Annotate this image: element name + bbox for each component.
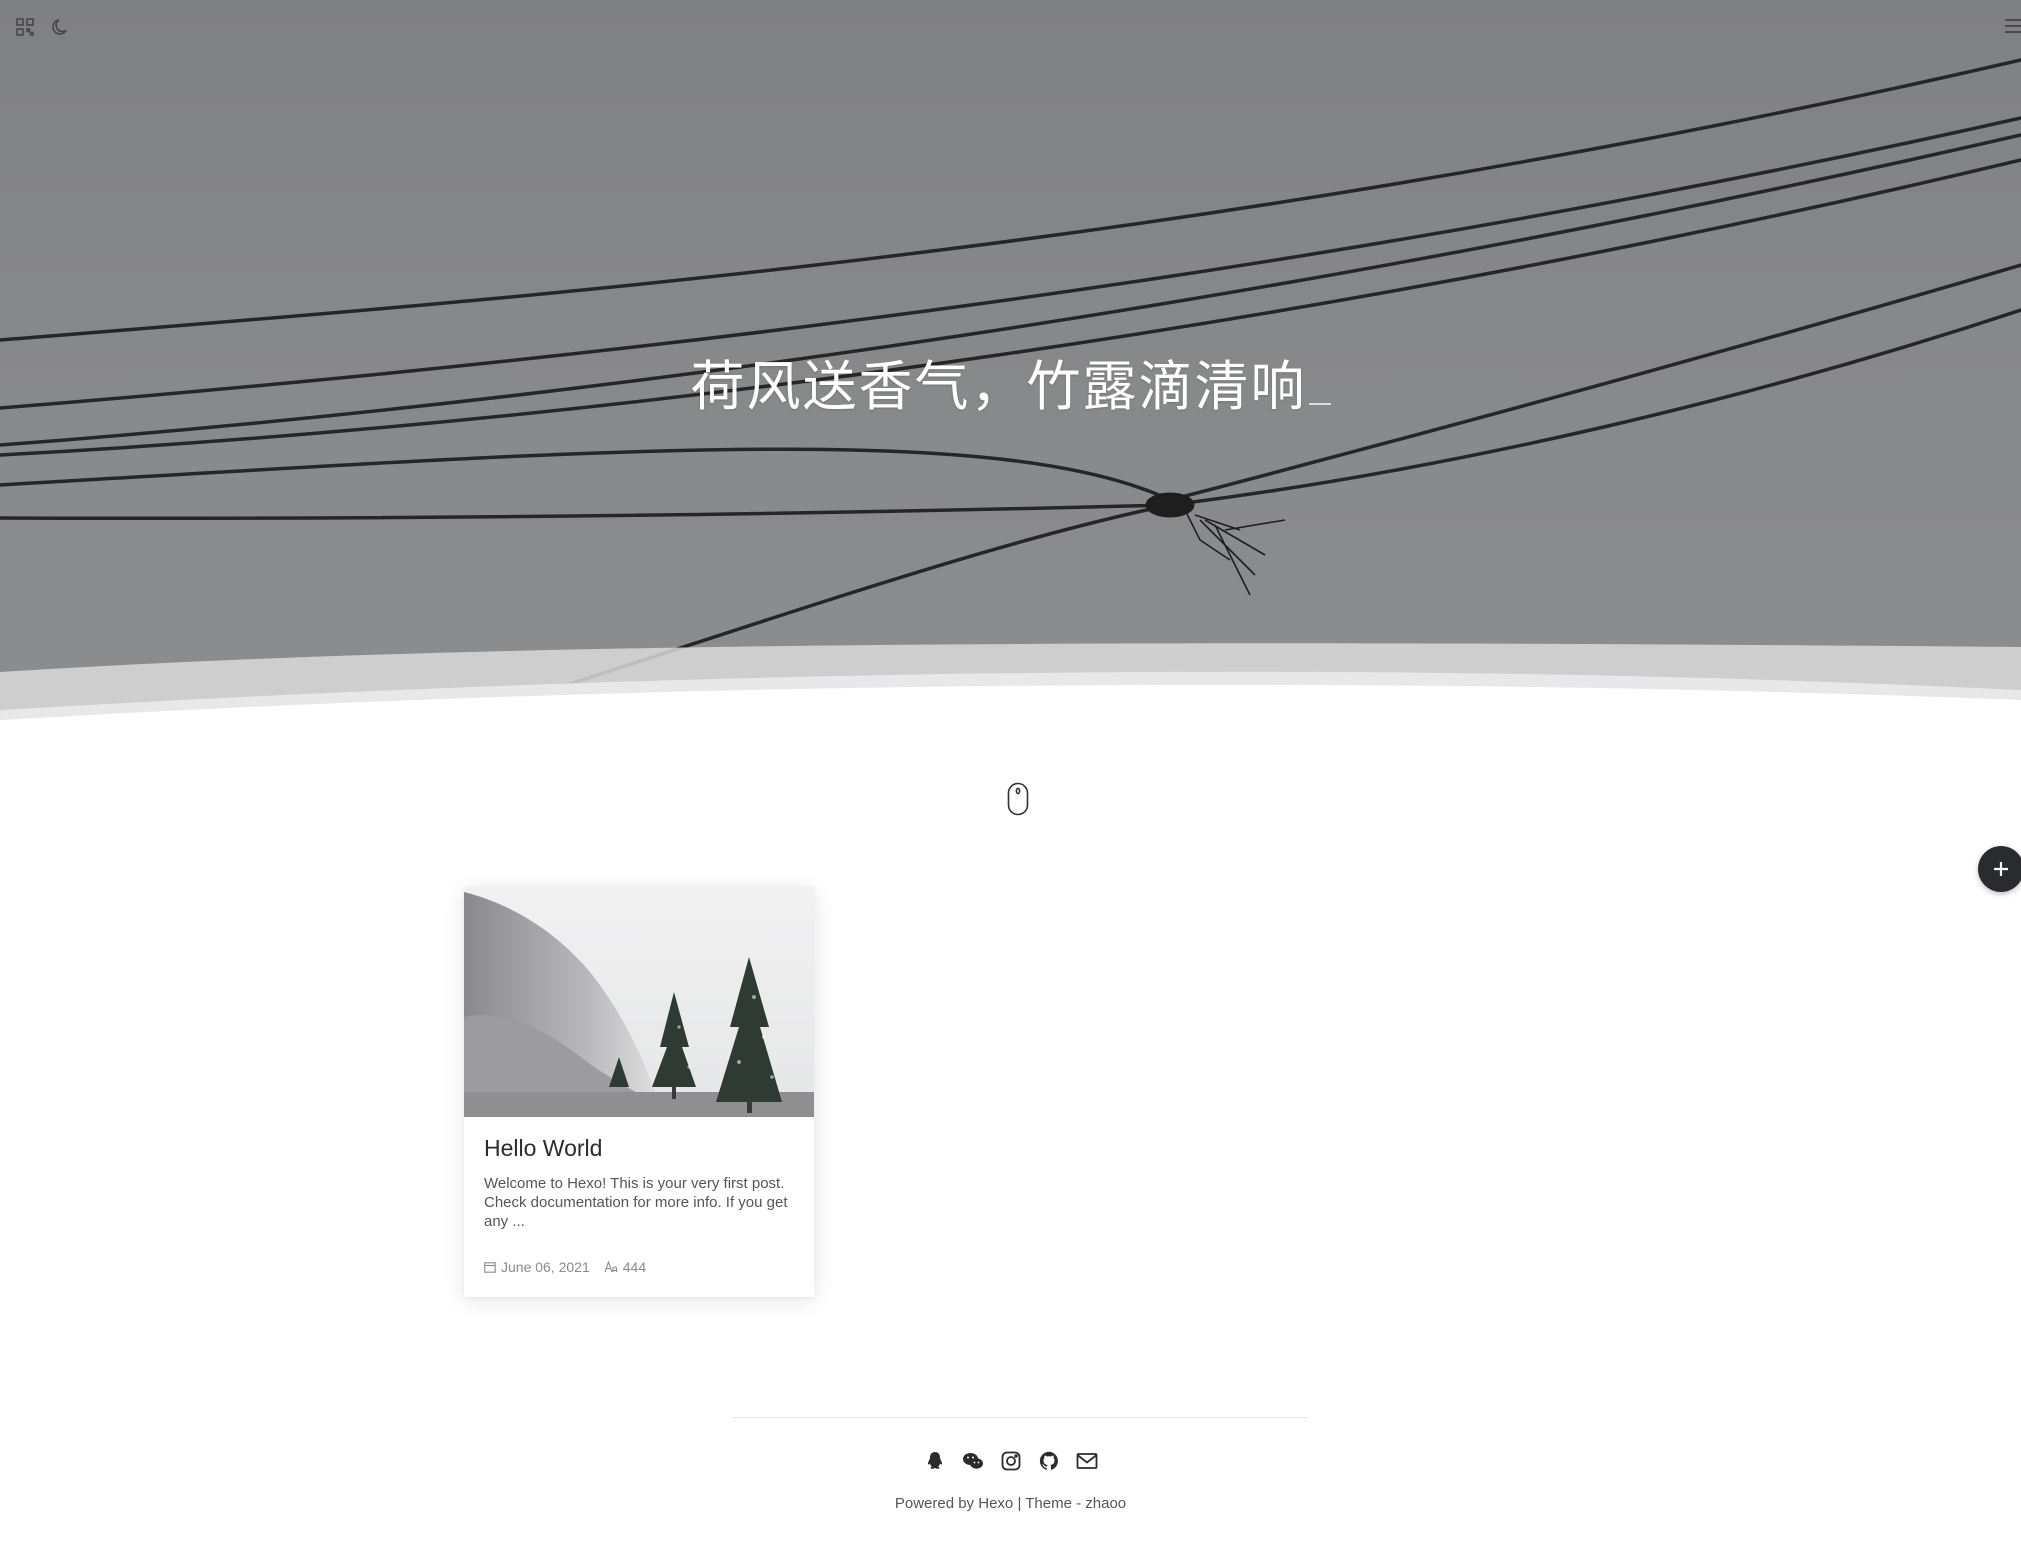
calendar-icon — [484, 1262, 496, 1273]
post-card[interactable]: Hello World Welcome to Hexo! This is you… — [464, 887, 814, 1297]
mouse-icon[interactable] — [1007, 782, 1029, 816]
plus-icon — [1994, 862, 2008, 876]
footer-credits: Powered by Hexo | Theme - zhaoo — [0, 1495, 2021, 1512]
menu-icon[interactable] — [2003, 16, 2021, 38]
hero-waves — [0, 643, 2021, 720]
font-size-icon — [604, 1261, 617, 1273]
wechat-icon[interactable] — [962, 1450, 984, 1472]
post-title[interactable]: Hello World — [484, 1135, 796, 1162]
post-cover-image — [464, 887, 814, 1117]
footer-separator: | — [1017, 1495, 1022, 1512]
github-icon[interactable] — [1038, 1450, 1060, 1472]
post-meta: June 06, 2021 444 — [484, 1259, 646, 1275]
instagram-icon[interactable] — [1000, 1450, 1022, 1472]
post-word-count: 444 — [604, 1259, 646, 1275]
hero-title: 荷风送香气，竹露滴清响 — [0, 342, 2021, 421]
footer-divider — [732, 1417, 1308, 1418]
post-date: June 06, 2021 — [484, 1259, 590, 1275]
wire-knot — [1145, 492, 1286, 596]
mail-icon[interactable] — [1076, 1450, 1098, 1472]
qq-icon[interactable] — [924, 1450, 946, 1472]
qrcode-icon[interactable] — [14, 16, 36, 38]
hero-banner: 荷风送香气，竹露滴清响 — [0, 0, 2021, 720]
moon-icon[interactable] — [50, 16, 72, 38]
theme-link[interactable]: Theme - zhaoo — [1025, 1495, 1126, 1512]
post-excerpt: Welcome to Hexo! This is your very first… — [484, 1175, 788, 1230]
typing-cursor — [1308, 403, 1331, 405]
powered-by-text: Powered by — [894, 1495, 975, 1512]
hexo-link[interactable]: Hexo — [978, 1495, 1013, 1512]
hero-title-text: 荷风送香气，竹露滴清响 — [690, 355, 1307, 418]
top-left-toolbar — [14, 16, 72, 38]
post-word-count-text: 444 — [622, 1259, 647, 1275]
post-date-text: June 06, 2021 — [501, 1259, 590, 1275]
add-button[interactable] — [1978, 846, 2021, 892]
social-links — [0, 1450, 2021, 1472]
post-card-body: Hello World Welcome to Hexo! This is you… — [484, 1135, 796, 1231]
